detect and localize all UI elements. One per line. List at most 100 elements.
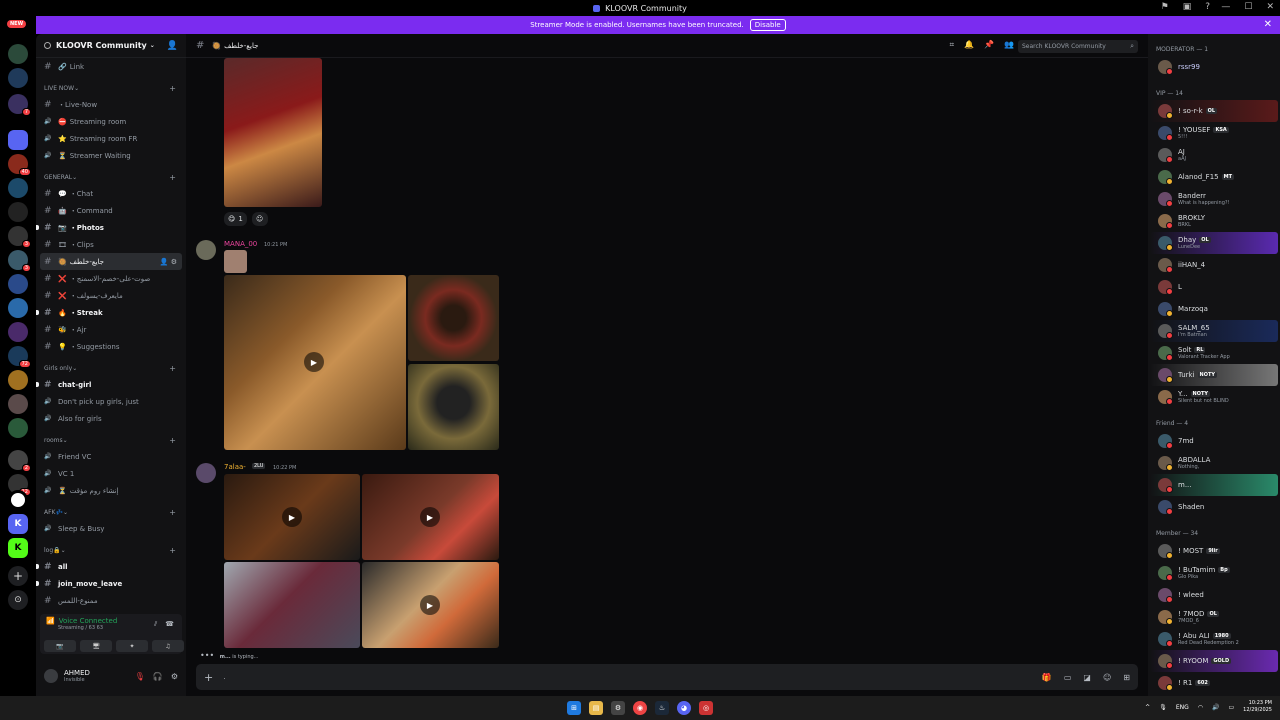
server-icon[interactable] <box>8 202 28 222</box>
play-icon[interactable]: ▶ <box>420 595 440 615</box>
server-icon[interactable]: 72 <box>8 346 31 368</box>
play-icon[interactable]: ▶ <box>420 507 440 527</box>
avatar[interactable] <box>1158 126 1173 141</box>
member-item[interactable]: Alanod_F15 MT <box>1150 166 1278 188</box>
member-item[interactable]: ! RYOOM GOLD <box>1150 650 1278 672</box>
category-header[interactable]: AFK💤 ⌄ + <box>36 504 186 520</box>
member-item[interactable]: ! R1 602 <box>1150 672 1278 694</box>
avatar[interactable] <box>1158 676 1173 691</box>
play-icon[interactable]: ▶ <box>282 507 302 527</box>
channel-item[interactable]: # ممنوع-اللمس <box>36 592 186 609</box>
server-folder-icon[interactable] <box>8 130 28 150</box>
kick-server-icon[interactable]: K <box>8 514 28 534</box>
avatar[interactable] <box>44 669 58 683</box>
member-item[interactable]: Marzoqa <box>1150 298 1278 320</box>
avatar[interactable] <box>1158 500 1173 515</box>
add-attachment-icon[interactable]: + <box>204 671 213 684</box>
server-icon[interactable]: 40 <box>8 154 31 176</box>
avatar[interactable] <box>1158 170 1173 185</box>
minimize-button[interactable]: — <box>1221 2 1230 12</box>
channel-item[interactable]: # 🥘 جايع-خلطف 👤 ⚙ <box>40 253 182 270</box>
channel-item[interactable]: # ❌ ・مايعرف-يسولف <box>36 287 186 304</box>
wifi-icon[interactable]: ◠ <box>1198 704 1203 711</box>
channel-item[interactable]: # 🤖 ・Command <box>36 202 186 219</box>
avatar[interactable] <box>1158 346 1173 361</box>
activities-button[interactable]: ✦ <box>116 640 148 652</box>
channel-item[interactable]: # 🐝 ・Ajr <box>36 321 186 338</box>
help-icon[interactable]: ? <box>1205 2 1210 12</box>
microphone-icon[interactable]: 🎙 <box>1159 704 1167 711</box>
member-item[interactable]: Solt RL Valorant Tracker App <box>1150 342 1278 364</box>
server-icon[interactable] <box>8 178 28 198</box>
sticker-image[interactable] <box>224 250 247 273</box>
avatar[interactable] <box>1158 104 1173 119</box>
battery-icon[interactable]: ▭ <box>1229 704 1235 711</box>
channel-item[interactable]: # ・Live-Now <box>36 96 186 113</box>
server-icon[interactable] <box>8 490 28 510</box>
add-server-icon[interactable]: + <box>8 566 28 586</box>
member-item[interactable]: BROKLY BRKL <box>1150 210 1278 232</box>
member-item[interactable]: ! 7MOD OL 7MOD_6 <box>1150 606 1278 628</box>
avatar[interactable] <box>1158 566 1173 581</box>
channel-item[interactable]: # all <box>36 558 186 575</box>
channel-item[interactable]: # 💡 ・Suggestions <box>36 338 186 355</box>
member-item[interactable]: iiHAN_4 <box>1150 254 1278 276</box>
server-icon[interactable]: 7 <box>8 94 31 116</box>
chrome-icon[interactable]: ◉ <box>633 701 647 715</box>
server-icon[interactable] <box>8 44 28 64</box>
kick-green-server-icon[interactable]: K <box>8 538 28 558</box>
create-channel-icon[interactable]: + <box>169 364 176 373</box>
volume-icon[interactable]: 🔊 <box>1212 704 1219 711</box>
member-item[interactable]: AJ aAJ <box>1150 144 1278 166</box>
discord-icon[interactable]: ◕ <box>677 701 691 715</box>
chevron-up-icon[interactable]: ^ <box>1145 704 1150 711</box>
settings-icon[interactable]: ⚙ <box>611 701 625 715</box>
avatar[interactable] <box>1158 588 1173 603</box>
channel-settings-icon[interactable]: 👤 ⚙ <box>160 258 177 266</box>
mute-icon[interactable]: 🎙 <box>135 672 145 681</box>
avatar[interactable] <box>1158 390 1173 405</box>
video-attachment[interactable]: ▶ <box>224 275 406 450</box>
avatar[interactable] <box>1158 368 1173 383</box>
member-list-icon[interactable]: 👥 <box>1004 40 1014 50</box>
channel-item[interactable]: 🔊 ⭐ Streaming room FR <box>36 130 186 147</box>
soundboard-button[interactable]: ♫ <box>152 640 184 652</box>
server-icon[interactable] <box>8 298 28 318</box>
channel-item[interactable]: 🔊 ⏳ Streamer Waiting <box>36 147 186 164</box>
sticker-icon[interactable]: ◪ <box>1083 673 1091 682</box>
server-icon[interactable]: 2 <box>8 450 31 472</box>
close-window-button[interactable]: ✕ <box>1266 2 1274 12</box>
avatar[interactable] <box>1158 258 1173 273</box>
channel-item[interactable]: # 💬 ・Chat <box>36 185 186 202</box>
avatar[interactable] <box>1158 434 1173 449</box>
bell-icon[interactable]: 🔔 <box>964 40 974 50</box>
member-item[interactable]: ! MOST 9lir <box>1150 540 1278 562</box>
member-item[interactable]: Banderr What is happening?! <box>1150 188 1278 210</box>
video-attachment[interactable]: ▶ <box>362 474 499 560</box>
member-item[interactable]: m... <box>1150 474 1278 496</box>
server-icon[interactable]: 3 <box>8 250 31 272</box>
create-channel-icon[interactable]: + <box>169 546 176 555</box>
reaction-chip[interactable]: 😋 1 <box>224 212 247 226</box>
member-item[interactable]: rssr99 <box>1150 56 1278 78</box>
deafen-icon[interactable]: 🎧 <box>153 672 163 681</box>
member-item[interactable]: ! Abu ALI 1980 Red Dead Redemption 2 <box>1150 628 1278 650</box>
avatar[interactable] <box>1158 456 1173 471</box>
play-icon[interactable]: ▶ <box>304 352 324 372</box>
maximize-button[interactable]: ☐ <box>1244 2 1252 12</box>
channel-item[interactable]: # chat-girl <box>36 376 186 393</box>
server-icon[interactable] <box>8 394 28 414</box>
avatar[interactable] <box>1158 610 1173 625</box>
settings-gear-icon[interactable]: ⚙ <box>171 672 178 681</box>
app-icon[interactable]: ◎ <box>699 701 713 715</box>
message-author[interactable]: 7alaa- <box>224 463 246 471</box>
avatar[interactable] <box>1158 236 1173 251</box>
server-icon[interactable] <box>8 418 28 438</box>
avatar[interactable] <box>1158 478 1173 493</box>
avatar[interactable] <box>1158 324 1173 339</box>
member-item[interactable]: 7md <box>1150 430 1278 452</box>
server-icon[interactable] <box>8 274 28 294</box>
channel-item[interactable]: 🔊 ⏳ إنشاء روم مؤقت <box>36 482 186 499</box>
video-attachment[interactable]: ▶ <box>362 562 499 648</box>
channel-item[interactable]: # 🎞 ・Clips <box>36 236 186 253</box>
